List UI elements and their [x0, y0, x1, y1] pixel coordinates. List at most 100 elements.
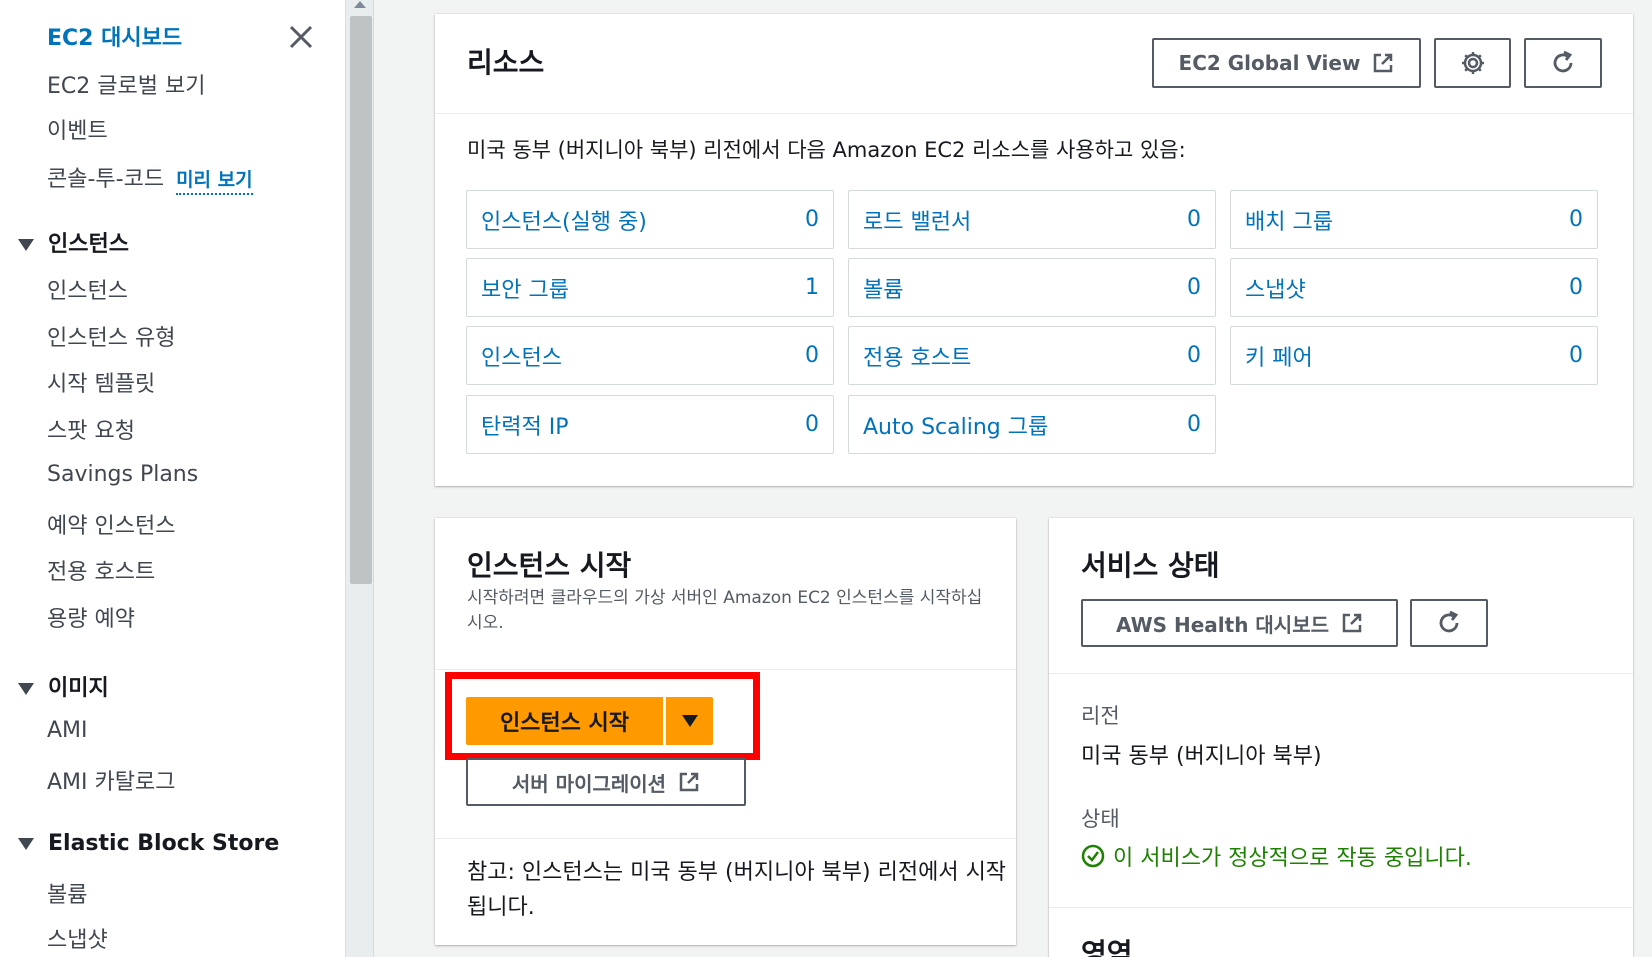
region-value: 미국 동부 (버지니아 북부)	[1081, 744, 1322, 769]
close-icon[interactable]	[288, 24, 314, 50]
caret-down-icon	[18, 838, 34, 850]
sidebar-item-capacity-reservations[interactable]: 용량 예약	[47, 601, 135, 633]
launch-divider-top	[435, 669, 1016, 670]
resource-cell-placement-groups[interactable]: 배치 그룹 0	[1230, 190, 1598, 249]
launch-region-note: 참고: 인스턴스는 미국 동부 (버지니아 북부) 리전에서 시작됩니다.	[467, 860, 1007, 920]
resource-count[interactable]: 0	[1569, 343, 1583, 368]
sidebar-item-instance-types[interactable]: 인스턴스 유형	[47, 320, 175, 352]
resource-count[interactable]: 0	[1569, 207, 1583, 232]
gear-icon	[1461, 52, 1484, 74]
resource-label[interactable]: 볼륨	[863, 272, 903, 304]
sidebar-item-launch-templates[interactable]: 시작 템플릿	[47, 366, 155, 398]
sidebar-item-dedicated-hosts[interactable]: 전용 호스트	[47, 554, 155, 586]
ec2-global-view-label: EC2 Global View	[1178, 51, 1361, 75]
resource-count[interactable]: 0	[805, 343, 819, 368]
caret-down-icon	[18, 239, 34, 251]
sidebar-item-console-to-code: 콘솔-투-코드 미리 보기	[47, 161, 253, 195]
sidebar-item-reserved-instances[interactable]: 예약 인스턴스	[47, 508, 175, 540]
resource-count[interactable]: 0	[1187, 412, 1201, 437]
refresh-resources-button[interactable]	[1524, 38, 1602, 88]
resource-cell-auto-scaling-groups[interactable]: Auto Scaling 그룹 0	[848, 395, 1216, 454]
resource-cell-volumes[interactable]: 볼륨 0	[848, 258, 1216, 317]
refresh-icon	[1439, 610, 1459, 633]
sidebar-item-savings-plans[interactable]: Savings Plans	[47, 462, 198, 487]
resource-count[interactable]: 0	[805, 207, 819, 232]
sidebar-section-instances[interactable]: 인스턴스	[18, 226, 129, 258]
sidebar-scrollbar[interactable]	[345, 0, 373, 957]
section-title: 이미지	[48, 676, 109, 701]
resource-cell-security-groups[interactable]: 보안 그룹 1	[466, 258, 834, 317]
check-circle-icon	[1081, 844, 1105, 868]
service-health-title: 서비스 상태	[1081, 549, 1220, 582]
console-to-code-link[interactable]: 콘솔-투-코드	[47, 167, 164, 192]
sidebar-divider	[373, 0, 374, 957]
scroll-thumb[interactable]	[350, 16, 372, 584]
sidebar-section-ebs[interactable]: Elastic Block Store	[18, 831, 279, 856]
resource-label[interactable]: 인스턴스(실행 중)	[481, 204, 647, 236]
resources-divider	[435, 113, 1633, 114]
resource-count[interactable]: 0	[1187, 343, 1201, 368]
resource-cell-running-instances[interactable]: 인스턴스(실행 중) 0	[466, 190, 834, 249]
resource-cell-snapshots[interactable]: 스냅샷 0	[1230, 258, 1598, 317]
sidebar-item-snapshots[interactable]: 스냅샷	[47, 922, 108, 954]
resources-description: 미국 동부 (버지니아 북부) 리전에서 다음 Amazon EC2 리소스를 …	[467, 138, 1186, 162]
health-divider-top	[1049, 673, 1633, 674]
resource-count[interactable]: 0	[1187, 207, 1201, 232]
ec2-global-view-button[interactable]: EC2 Global View	[1152, 38, 1421, 88]
external-link-icon	[1342, 613, 1362, 633]
sidebar-item-spot-requests[interactable]: 스팟 요청	[47, 413, 135, 445]
sidebar-item-instances[interactable]: 인스턴스	[47, 273, 128, 305]
resource-label[interactable]: Auto Scaling 그룹	[863, 409, 1048, 441]
sidebar-section-images[interactable]: 이미지	[18, 670, 109, 702]
refresh-health-button[interactable]	[1410, 599, 1488, 647]
refresh-icon	[1553, 50, 1573, 73]
resource-cell-load-balancers[interactable]: 로드 밸런서 0	[848, 190, 1216, 249]
zones-title: 영역	[1081, 937, 1133, 957]
highlight-annotation	[445, 672, 760, 760]
resource-cell-elastic-ips[interactable]: 탄력적 IP 0	[466, 395, 834, 454]
caret-down-icon	[18, 683, 34, 695]
server-migration-button[interactable]: 서버 마이그레이션	[466, 758, 746, 806]
resource-cell-instances[interactable]: 인스턴스 0	[466, 326, 834, 385]
resource-label[interactable]: 키 페어	[1245, 340, 1313, 372]
region-label: 리전	[1081, 704, 1120, 728]
resource-label[interactable]: 배치 그룹	[1245, 204, 1333, 236]
external-link-icon	[1374, 53, 1393, 73]
sidebar-item-events[interactable]: 이벤트	[47, 113, 108, 145]
status-value-row: 이 서비스가 정상적으로 작동 중입니다.	[1081, 840, 1472, 872]
status-label: 상태	[1081, 807, 1120, 831]
resource-cell-dedicated-hosts[interactable]: 전용 호스트 0	[848, 326, 1216, 385]
resource-count[interactable]: 0	[1569, 275, 1583, 300]
sidebar-item-volumes[interactable]: 볼륨	[47, 877, 87, 909]
resource-cell-key-pairs[interactable]: 키 페어 0	[1230, 326, 1598, 385]
server-migration-label: 서버 마이그레이션	[511, 771, 667, 796]
resource-label[interactable]: 전용 호스트	[863, 340, 971, 372]
launch-divider-bottom	[435, 838, 1016, 839]
launch-instance-title: 인스턴스 시작	[467, 549, 632, 582]
sidebar: EC2 대시보드 EC2 글로벌 보기 이벤트 콘솔-투-코드 미리 보기 인스턴…	[0, 0, 345, 957]
sidebar-item-ami[interactable]: AMI	[47, 718, 88, 743]
scroll-up-arrow-icon[interactable]	[354, 1, 366, 8]
resource-label[interactable]: 로드 밸런서	[863, 204, 971, 236]
resource-count[interactable]: 1	[805, 275, 819, 300]
section-title: Elastic Block Store	[48, 831, 280, 856]
health-divider-bottom	[1049, 907, 1633, 908]
settings-button[interactable]	[1434, 38, 1511, 88]
resource-label[interactable]: 보안 그룹	[481, 272, 569, 304]
status-value: 이 서비스가 정상적으로 작동 중입니다.	[1113, 846, 1472, 871]
resources-title: 리소스	[467, 46, 545, 79]
resource-label[interactable]: 탄력적 IP	[481, 409, 568, 441]
preview-badge[interactable]: 미리 보기	[176, 169, 253, 195]
aws-health-dashboard-label: AWS Health 대시보드	[1115, 612, 1330, 637]
sidebar-item-ec2-dashboard[interactable]: EC2 대시보드	[47, 20, 182, 52]
external-link-icon	[679, 772, 699, 792]
resource-label[interactable]: 인스턴스	[481, 340, 562, 372]
section-title: 인스턴스	[48, 232, 129, 257]
launch-instance-description: 시작하려면 클라우드의 가상 서버인 Amazon EC2 인스턴스를 시작하십…	[467, 588, 983, 633]
resource-count[interactable]: 0	[805, 412, 819, 437]
resource-count[interactable]: 0	[1187, 275, 1201, 300]
sidebar-item-global-view[interactable]: EC2 글로벌 보기	[47, 68, 205, 100]
resource-label[interactable]: 스냅샷	[1245, 272, 1306, 304]
aws-health-dashboard-button[interactable]: AWS Health 대시보드	[1081, 599, 1398, 647]
sidebar-item-ami-catalog[interactable]: AMI 카탈로그	[47, 764, 175, 796]
